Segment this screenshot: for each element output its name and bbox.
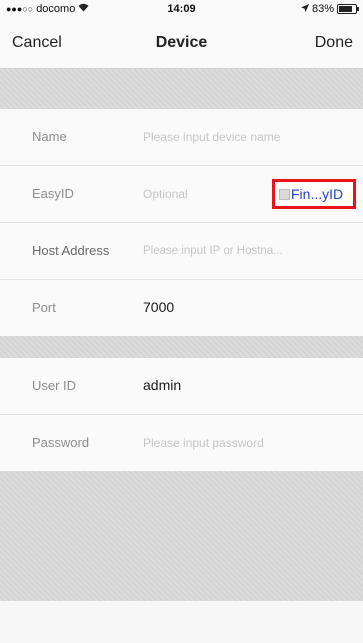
host-address-input[interactable]	[143, 241, 353, 261]
host-row: Host Address	[0, 223, 363, 280]
password-input[interactable]	[143, 433, 353, 453]
status-bar: ●●●○○ docomo 14:09 83%	[0, 0, 363, 18]
device-name-input[interactable]	[143, 127, 353, 147]
battery-area: 83%	[300, 3, 359, 15]
easyid-input[interactable]	[143, 184, 253, 204]
section-separator	[0, 69, 363, 109]
easyid-row: EasyID Fin...yID	[0, 166, 363, 223]
section-separator	[0, 336, 363, 358]
scan-icon	[279, 188, 290, 200]
battery-icon	[337, 4, 359, 14]
easyid-label: EasyID	[32, 186, 74, 201]
navigation-bar: Cancel Device Done	[0, 18, 363, 69]
port-value[interactable]: 7000	[143, 299, 174, 315]
user-id-row: User ID admin	[0, 358, 363, 415]
user-id-value[interactable]: admin	[143, 377, 181, 393]
name-label: Name	[32, 129, 67, 144]
battery-percent: 83%	[311, 3, 334, 15]
password-row: Password	[0, 415, 363, 471]
cancel-button[interactable]: Cancel	[12, 34, 62, 52]
port-row: Port 7000	[0, 280, 363, 336]
bottom-background	[0, 471, 363, 601]
find-easyid-button[interactable]: Fin...yID	[272, 179, 356, 209]
done-button[interactable]: Done	[315, 34, 353, 52]
password-label: Password	[32, 435, 90, 450]
user-id-label: User ID	[32, 378, 77, 393]
port-label: Port	[32, 300, 56, 315]
host-address-label: Host Address	[32, 243, 110, 258]
find-easyid-label: Fin...yID	[291, 186, 344, 202]
location-arrow-icon	[300, 3, 309, 15]
name-row: Name	[0, 109, 363, 166]
